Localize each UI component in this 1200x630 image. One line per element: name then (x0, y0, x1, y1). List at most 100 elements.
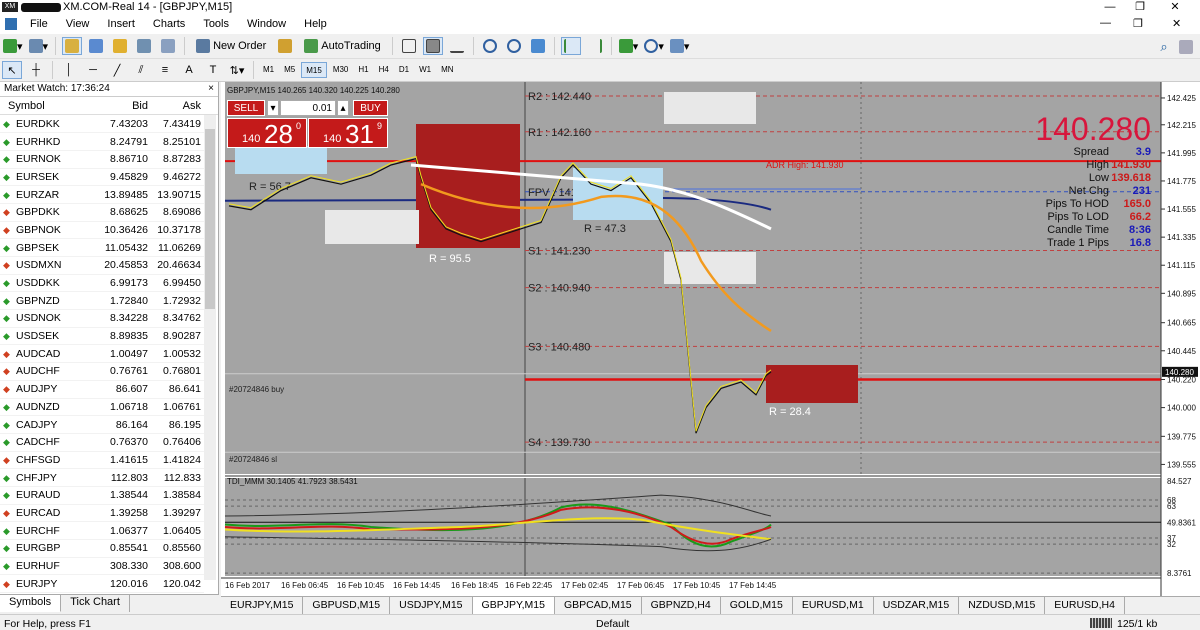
column-ask[interactable]: Ask (151, 100, 204, 112)
tab-tick-chart[interactable]: Tick Chart (61, 595, 130, 612)
child-minimize-button[interactable]: — (1100, 17, 1111, 29)
menu-help[interactable]: Help (295, 18, 336, 30)
buy-button[interactable]: BUY (353, 100, 388, 116)
market-watch-row[interactable]: ◆ USDMXN 20.45853 20.46634 (0, 257, 204, 275)
lot-up-button[interactable]: ▴ (337, 100, 349, 116)
text-tool[interactable]: A (179, 61, 199, 79)
buy-price-button[interactable]: 140 31 9 (308, 118, 388, 149)
market-watch-row[interactable]: ◆ EURNOK 8.86710 8.87283 (0, 150, 204, 169)
market-watch-row[interactable]: ◆ AUDJPY 86.607 86.641 (0, 380, 204, 398)
menu-view[interactable]: View (57, 18, 99, 30)
chart-tab[interactable]: USDJPY,M15 (390, 597, 473, 614)
market-watch-row[interactable]: ◆ EURGBP 0.85541 0.85560 (0, 540, 204, 558)
trendline-tool[interactable]: ╱ (107, 61, 127, 79)
chat-button[interactable] (1176, 38, 1196, 56)
horizontal-line-tool[interactable]: ─ (83, 61, 103, 79)
autotrading-button[interactable]: AutoTrading (299, 37, 386, 55)
market-watch-row[interactable]: ◆ EURHKD 8.24791 8.25101 (0, 133, 204, 151)
timeframe-m30[interactable]: M30 (329, 62, 353, 78)
market-watch-row[interactable]: ◆ CADJPY 86.164 86.195 (0, 416, 204, 434)
crosshair-tool[interactable]: ┼ (26, 61, 46, 79)
market-watch-row[interactable]: ◆ GBPDKK 8.68625 8.69086 (0, 203, 204, 222)
chart-tab[interactable]: GBPJPY,M15 (472, 597, 555, 614)
chart-tab[interactable]: EURUSD,M1 (793, 597, 874, 614)
timeframe-w1[interactable]: W1 (415, 62, 435, 78)
market-watch-button[interactable] (62, 37, 83, 55)
chart-window-icon[interactable] (5, 18, 17, 30)
close-button[interactable]: ✕ (1160, 0, 1190, 14)
timeframe-mn[interactable]: MN (437, 62, 457, 78)
vertical-line-tool[interactable]: │ (59, 61, 79, 79)
market-watch-row[interactable]: ◆ AUDCAD 1.00497 1.00532 (0, 345, 204, 363)
market-watch-row[interactable]: ◆ CADCHF 0.76370 0.76406 (0, 433, 204, 452)
chart-shift-button[interactable] (585, 37, 605, 55)
timeframe-m5[interactable]: M5 (280, 62, 299, 78)
market-watch-row[interactable]: ◆ EURAUD 1.38544 1.38584 (0, 486, 204, 505)
market-watch-row[interactable]: ◆ EURSEK 9.45829 9.46272 (0, 168, 204, 186)
lot-size-input[interactable]: 0.01 (280, 100, 336, 116)
column-bid[interactable]: Bid (98, 100, 151, 112)
child-close-button[interactable]: ✕ (1172, 17, 1181, 30)
terminal-button[interactable] (134, 37, 154, 55)
column-symbol[interactable]: Symbol (0, 100, 98, 112)
sell-price-button[interactable]: 140 28 0 (227, 118, 307, 149)
market-watch-row[interactable]: ◆ EURCAD 1.39258 1.39297 (0, 504, 204, 522)
close-panel-icon[interactable]: × (208, 82, 214, 96)
indicators-button[interactable]: ▾ (618, 37, 640, 55)
chart-tab[interactable]: EURUSD,H4 (1045, 597, 1125, 614)
market-watch-row[interactable]: ◆ EURCHF 1.06377 1.06405 (0, 522, 204, 540)
scrollbar-thumb[interactable] (205, 129, 215, 309)
zoom-in-button[interactable] (480, 37, 500, 55)
market-watch-scrollbar[interactable] (204, 115, 216, 580)
menu-tools[interactable]: Tools (194, 18, 238, 30)
timeframe-h1[interactable]: H1 (354, 62, 372, 78)
timeframe-d1[interactable]: D1 (395, 62, 413, 78)
market-watch-row[interactable]: ◆ EURZAR 13.89485 13.90715 (0, 186, 204, 204)
new-chart-button[interactable]: ▾ (2, 37, 24, 55)
market-watch-row[interactable]: ◆ AUDCHF 0.76761 0.76801 (0, 363, 204, 381)
data-window-button[interactable] (86, 37, 106, 55)
child-restore-button[interactable]: ❐ (1133, 17, 1143, 30)
market-watch-row[interactable]: ◆ USDSEK 8.89835 8.90287 (0, 327, 204, 345)
menu-window[interactable]: Window (238, 18, 295, 30)
periods-button[interactable]: ▾ (643, 37, 665, 55)
auto-scroll-button[interactable] (560, 37, 581, 55)
timeframe-h4[interactable]: H4 (375, 62, 393, 78)
search-button[interactable]: ⌕ (1154, 38, 1174, 56)
market-watch-row[interactable]: ◆ GBPNOK 10.36426 10.37178 (0, 221, 204, 239)
channel-tool[interactable]: ⫽ (131, 61, 151, 79)
timeframe-m1[interactable]: M1 (259, 62, 278, 78)
metaeditor-button[interactable] (275, 37, 295, 55)
chart-tab[interactable]: GBPNZD,H4 (642, 597, 721, 614)
label-tool[interactable]: T (203, 61, 223, 79)
templates-button[interactable]: ▾ (669, 37, 691, 55)
chart-tab[interactable]: USDZAR,M15 (874, 597, 960, 614)
sell-button[interactable]: SELL (227, 100, 265, 116)
market-watch-row[interactable]: ◆ GBPSEK 11.05432 11.06269 (0, 239, 204, 257)
market-watch-row[interactable]: ◆ AUDNZD 1.06718 1.06761 (0, 398, 204, 416)
market-watch-row[interactable]: ◆ EURHUF 308.330 308.600 (0, 557, 204, 575)
market-watch-row[interactable]: ◆ EURJPY 120.016 120.042 (0, 575, 204, 593)
chart-tab[interactable]: GBPCAD,M15 (555, 597, 642, 614)
menu-charts[interactable]: Charts (144, 18, 194, 30)
menu-insert[interactable]: Insert (98, 18, 144, 30)
line-chart-button[interactable] (447, 37, 467, 55)
bar-chart-button[interactable] (399, 37, 419, 55)
arrows-tool[interactable]: ⇅▾ (227, 61, 247, 79)
chart-tab[interactable]: GOLD,M15 (721, 597, 793, 614)
price-chart[interactable]: R2 : 142.440R1 : 142.160FPV : 141.690S1 … (221, 82, 1200, 596)
candlestick-button[interactable] (422, 37, 443, 55)
zoom-out-button[interactable] (504, 37, 524, 55)
market-watch-row[interactable]: ◆ USDNOK 8.34228 8.34762 (0, 310, 204, 328)
profiles-button[interactable]: ▾ (28, 37, 50, 55)
tile-windows-button[interactable] (528, 37, 548, 55)
cursor-tool[interactable]: ↖ (2, 61, 22, 79)
lot-down-button[interactable]: ▾ (267, 100, 279, 116)
strategy-tester-button[interactable] (158, 37, 178, 55)
market-watch-row[interactable]: ◆ EURDKK 7.43203 7.43419 (0, 115, 204, 133)
chart-tab[interactable]: NZDUSD,M15 (959, 597, 1046, 614)
market-watch-row[interactable]: ◆ CHFSGD 1.41615 1.41824 (0, 451, 204, 469)
chart-tab[interactable]: EURJPY,M15 (221, 597, 304, 614)
tab-symbols[interactable]: Symbols (0, 595, 62, 612)
navigator-button[interactable] (110, 37, 130, 55)
